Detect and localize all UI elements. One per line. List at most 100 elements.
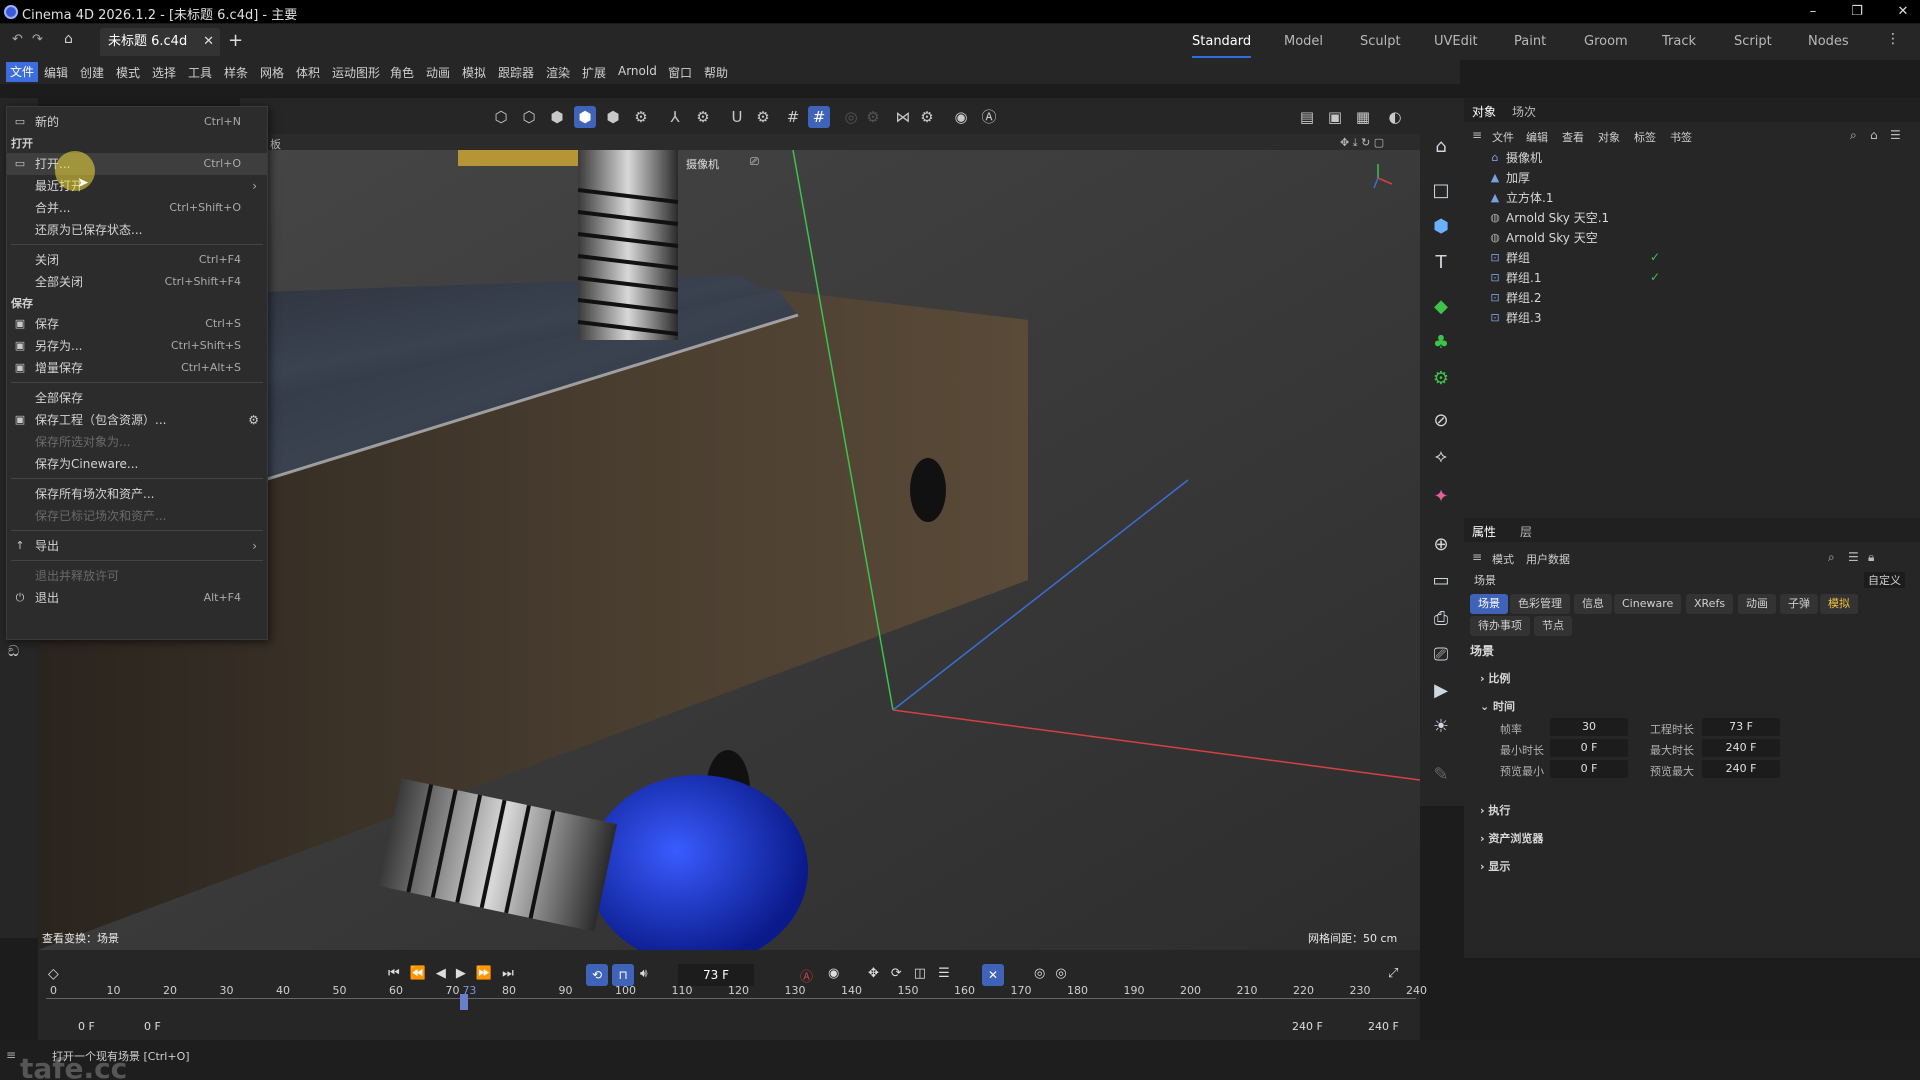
section-display[interactable]: › 显示 [1480,858,1510,874]
btn-scene[interactable]: 场景 [1470,594,1508,614]
more-icon[interactable]: ⋮ [1886,31,1900,47]
attr-menu-userdata[interactable]: 用户数据 [1526,551,1570,567]
menu-window[interactable]: 窗口 [668,64,692,81]
record-icon[interactable]: Ⓐ [800,966,813,985]
object-row[interactable]: ⊡ 群组.2 [1480,288,1541,308]
tab-objects[interactable]: 对象 [1472,103,1496,120]
viewport-nav-icons[interactable]: ✥ ⤓ ↻ ▢ [1340,136,1384,150]
preview-min-field[interactable]: 0 F [1550,760,1628,778]
menu-character[interactable]: 角色 [390,64,414,81]
menu-mesh[interactable]: 网格 [260,64,284,81]
menu-tracker[interactable]: 跟踪器 [498,64,534,81]
file-menu-item[interactable]: 退出并释放许可 [7,565,267,587]
timeline-end-a[interactable]: 240 F [1292,1020,1323,1033]
project-time-field[interactable]: 73 F [1702,718,1780,736]
btn-color-management[interactable]: 色彩管理 [1510,594,1570,614]
loop-icon[interactable]: ⟲ [586,964,608,986]
om-menu-object[interactable]: 对象 [1598,129,1620,145]
lock-icon[interactable]: ◉ [950,106,972,128]
polygons-mode-icon[interactable]: ⬢ [546,106,568,128]
render-icon[interactable]: ▣ [1324,106,1346,128]
menu-mode[interactable]: 模式 [116,64,140,81]
motion-icons[interactable]: ◎◎ [1034,966,1077,981]
key-tools[interactable]: ✥⟳◫☰ [868,966,962,981]
cube-icon[interactable]: ⬢ [1428,214,1454,240]
render-queue-icon[interactable]: ◐ [1384,106,1406,128]
om-menu-bookmarks[interactable]: 书签 [1670,129,1692,145]
btn-todo[interactable]: 待办事项 [1470,616,1530,636]
environment-icon[interactable]: ⊕ [1428,532,1454,558]
hamburger-icon[interactable]: ≡ [6,1048,16,1062]
layout-track[interactable]: Track [1662,30,1696,58]
snap-grid-icon[interactable]: # [808,106,830,128]
menu-animate[interactable]: 动画 [426,64,450,81]
object-row[interactable]: ⌂ 摄像机 [1480,148,1543,168]
tab-layers[interactable]: 层 [1520,523,1532,540]
file-menu-item[interactable]: 全部保存 [7,387,267,409]
om-menu-view[interactable]: 查看 [1562,129,1584,145]
layout-paint[interactable]: Paint [1514,30,1546,58]
sound-icon[interactable]: 🔊︎ [640,966,648,981]
document-tab[interactable]: 未标题 6.c4d ✕ [100,28,220,56]
tab-takes[interactable]: 场次 [1512,103,1536,120]
menu-tools[interactable]: 工具 [188,64,212,81]
home-icon[interactable]: ⌂ [1870,128,1878,142]
keyframe-icon[interactable]: ◇ [48,966,59,982]
render-settings-icon[interactable]: ▦ [1352,106,1374,128]
object-row[interactable]: ▲ 加厚 [1480,168,1530,188]
redo-icon[interactable]: ↷ [32,32,43,47]
edges-mode-icon[interactable]: ⬡ [518,106,540,128]
object-row[interactable]: ⊡ 群组 [1480,248,1530,268]
object-row[interactable]: ⊡ 群组.3 [1480,308,1541,328]
btn-bullet[interactable]: 子弹 [1780,594,1818,614]
home-icon[interactable]: ⌂ [64,31,73,47]
section-scale[interactable]: › 比例 [1480,670,1510,686]
square-icon[interactable]: □ [1428,178,1454,204]
file-menu-item[interactable]: 关闭 Ctrl+F4 [7,249,267,271]
object-row[interactable]: ◍ Arnold Sky 天空 [1480,228,1598,248]
render-camera-icon[interactable]: ⎚ [1428,642,1454,668]
script-icon[interactable]: ඞ [8,642,30,664]
timeline-end-b[interactable]: 240 F [1368,1020,1399,1033]
file-menu-item[interactable]: ▣ 增量保存 Ctrl+Alt+S [7,357,267,379]
lock-icon[interactable]: 🔒︎ [1868,550,1874,565]
autokey-icon[interactable]: ◉ [828,966,839,981]
layout-nodes[interactable]: Nodes [1808,30,1849,58]
layout-script[interactable]: Script [1734,30,1772,58]
snap-settings-icon[interactable]: ⚙ [752,106,774,128]
keyframe-mode-icon[interactable]: ✕ [982,964,1004,986]
grid-icon[interactable]: # [782,106,804,128]
om-menu-tags[interactable]: 标签 [1634,129,1656,145]
file-menu-item[interactable]: ▭ 打开... Ctrl+O [7,153,267,175]
fps-field[interactable]: 30 [1550,718,1628,736]
points-mode-icon[interactable]: ⬡ [490,106,512,128]
undo-icon[interactable]: ↶ [12,32,23,47]
file-menu-item[interactable]: 保存为Cineware... [7,453,267,475]
arnold-icon[interactable]: Ⓐ [978,106,1000,128]
playhead[interactable] [460,994,468,1010]
file-menu-item[interactable]: ⏻ 退出 Alt+F4 [7,587,267,609]
file-menu-item[interactable]: 最近打开 › [7,175,267,197]
render-view-icon[interactable]: ▤ [1296,106,1318,128]
file-menu-item[interactable]: 合并... Ctrl+Shift+O [7,197,267,219]
btn-cineware[interactable]: Cineware [1614,594,1682,614]
timeline-expand-icon[interactable]: ⤢ [1388,966,1398,981]
axis-settings-icon[interactable]: ⚙ [692,106,714,128]
text-icon[interactable]: T [1428,250,1454,276]
generator-icon[interactable]: ◆ [1428,294,1454,320]
workplane-icon[interactable]: ◎ [840,106,862,128]
workplane-settings-icon[interactable]: ⚙ [862,106,884,128]
file-menu-item[interactable]: ▣ 保存工程（包含资源）... ⚙ [7,409,267,431]
menu-spline[interactable]: 样条 [224,64,248,81]
gear-icon[interactable]: ⚙ [248,409,259,431]
file-menu-item[interactable]: 保存已标记场次和资产... [7,505,267,527]
om-menu-file[interactable]: 文件 [1492,129,1514,145]
camera-label[interactable]: 摄像机 [686,156,719,172]
layout-model[interactable]: Model [1284,30,1323,58]
layout-uvedit[interactable]: UVEdit [1434,30,1478,58]
settings-icon[interactable]: ⚙ [630,106,652,128]
file-menu-item[interactable]: ↑ 导出 › [7,535,267,557]
hamburger-icon[interactable]: ≡ [1472,128,1482,142]
search-icon[interactable]: ⌕ [1850,128,1857,143]
deformer-icon[interactable]: ⚙ [1428,366,1454,392]
